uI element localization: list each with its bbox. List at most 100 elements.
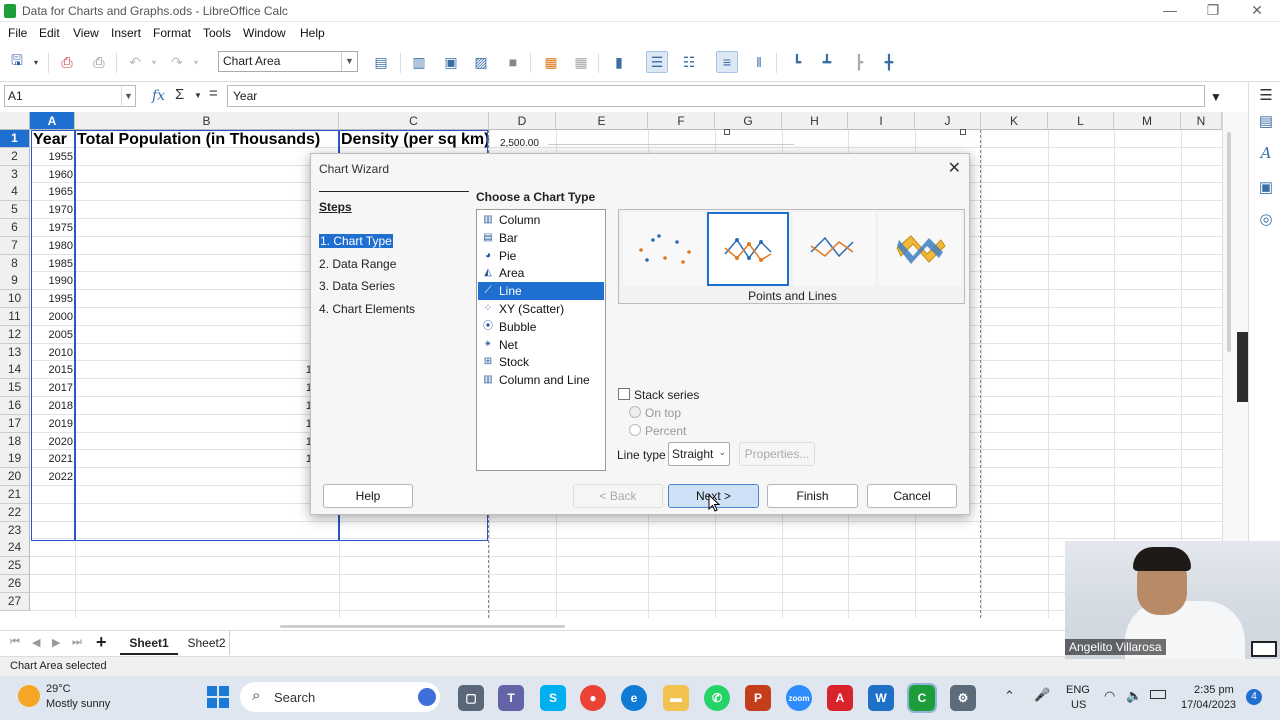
function-wizard-icon[interactable]: fx [152, 88, 165, 104]
chart-type-item[interactable]: ◭ Area [478, 264, 604, 282]
chart-type-item[interactable]: ▥ Column [478, 211, 604, 229]
data-table-icon[interactable]: ▦ [570, 51, 592, 73]
maximize-button[interactable]: ❐ [1203, 2, 1223, 19]
menu-file[interactable]: File [8, 26, 27, 40]
resize-handle[interactable] [960, 129, 966, 135]
y-axis-icon[interactable]: ┣ [848, 51, 870, 73]
year-cell[interactable]: 1975 [34, 222, 73, 234]
styles-icon[interactable]: A [1256, 144, 1276, 164]
column-header[interactable]: J [915, 112, 981, 130]
legend-icon[interactable]: ☷ [678, 51, 700, 73]
select-all-corner[interactable] [0, 112, 30, 130]
task-view-icon[interactable]: ▢ [458, 685, 484, 711]
row-header[interactable]: 26 [0, 575, 30, 593]
step-chart-elements[interactable]: 4. Chart Elements [319, 302, 415, 316]
row-header[interactable]: 10 [0, 290, 30, 309]
year-cell[interactable]: 1960 [34, 169, 73, 181]
row-header[interactable]: 25 [0, 557, 30, 576]
step-chart-type[interactable]: 1. Chart Type [319, 234, 393, 248]
close-icon[interactable]: ✕ [948, 158, 961, 178]
year-cell[interactable]: 2015 [34, 364, 73, 376]
row-header[interactable]: 6 [0, 219, 30, 237]
chart-element-select[interactable]: Chart Area ▼ [218, 51, 358, 72]
year-cell[interactable]: 2020 [34, 436, 73, 448]
formula-icon[interactable]: = [209, 85, 218, 102]
zoom-icon[interactable]: zoom [786, 685, 812, 711]
properties-icon[interactable]: ▤ [1256, 112, 1276, 132]
row-header[interactable]: 15 [0, 379, 30, 398]
chart-type-item[interactable]: ◕ Pie [478, 247, 604, 265]
row-header[interactable]: 2 [0, 147, 30, 166]
row-header[interactable]: 19 [0, 450, 30, 469]
save-dropdown-icon[interactable]: ▾ [30, 51, 42, 73]
row-header[interactable]: 4 [0, 183, 30, 202]
column-header[interactable]: E [556, 112, 648, 130]
legend-on-off-icon[interactable]: ☰ [646, 51, 668, 73]
menu-format[interactable]: Format [153, 26, 191, 40]
menu-view[interactable]: View [73, 26, 99, 40]
sum-icon[interactable]: Σ [175, 86, 184, 103]
column-header[interactable]: L [1048, 112, 1114, 130]
row-header[interactable]: 22 [0, 503, 30, 522]
weather-sun-icon[interactable] [18, 685, 40, 707]
row-header[interactable]: 20 [0, 468, 30, 487]
year-cell[interactable]: 2010 [34, 347, 73, 359]
column-header[interactable]: A [30, 112, 75, 130]
row-header[interactable]: 5 [0, 201, 30, 220]
chart-type-item[interactable]: ▥ Column and Line [478, 371, 604, 389]
language-primary[interactable]: ENG [1066, 684, 1090, 696]
titles-icon[interactable]: ▮ [608, 51, 630, 73]
line-type-select[interactable]: Straight ⌄ [668, 442, 730, 466]
menu-insert[interactable]: Insert [111, 26, 141, 40]
taskbar-search-box[interactable]: ⌕ Search [240, 682, 440, 712]
chart-area-icon[interactable]: ▨ [470, 51, 492, 73]
variant-points-only[interactable] [623, 212, 705, 286]
column-header[interactable]: M [1114, 112, 1181, 130]
back-button[interactable]: < Back [573, 484, 663, 508]
microphone-icon[interactable]: 🎤 [1034, 687, 1050, 703]
sum-dropdown-icon[interactable]: ▼ [194, 91, 202, 100]
battery-icon[interactable] [1150, 690, 1166, 699]
save-icon[interactable]: 🖫 [6, 51, 28, 73]
cancel-button[interactable]: Cancel [867, 484, 957, 508]
weather-desc[interactable]: Mostly sunny [46, 698, 110, 710]
language-secondary[interactable]: US [1071, 699, 1086, 711]
settings-gear-icon[interactable]: ⚙ [950, 685, 976, 711]
row-header[interactable]: 23 [0, 521, 30, 540]
sheet-tab-1[interactable]: Sheet1 [120, 631, 178, 655]
row-header[interactable]: 3 [0, 165, 30, 184]
row-header[interactable]: 8 [0, 254, 30, 273]
print-icon[interactable]: ⎙ [88, 51, 110, 73]
chart-type-item[interactable]: ⁘ XY (Scatter) [478, 300, 604, 318]
resize-handle[interactable] [724, 129, 730, 135]
row-header[interactable]: 24 [0, 539, 30, 558]
row-header[interactable]: 13 [0, 343, 30, 362]
teams-icon[interactable]: T [498, 685, 524, 711]
row-header[interactable]: 27 [0, 592, 30, 611]
first-sheet-icon[interactable]: ⏮ [10, 636, 20, 649]
menu-edit[interactable]: Edit [39, 26, 60, 40]
column-header[interactable]: H [782, 112, 848, 130]
sheet-tab-2[interactable]: Sheet2 [184, 631, 230, 655]
variant-3d-lines[interactable] [879, 212, 961, 286]
tray-chevron-icon[interactable]: ⌃ [1004, 688, 1015, 704]
chart-wall-icon[interactable]: ▣ [440, 51, 462, 73]
last-sheet-icon[interactable]: ⏭ [72, 636, 82, 649]
row-header[interactable]: 7 [0, 236, 30, 255]
year-cell[interactable]: 2022 [34, 471, 73, 483]
chart-type-list[interactable]: ▥ Column ▤ Bar ◕ Pie ◭ Area ⟋ Line ⁘ XY (Scatter) ⦿ B… [476, 209, 606, 471]
next-sheet-icon[interactable]: ▶ [52, 636, 60, 649]
menu-tools[interactable]: Tools [203, 26, 231, 40]
row-header[interactable]: 16 [0, 397, 30, 415]
row-header[interactable]: 14 [0, 361, 30, 380]
close-window-button[interactable]: ✕ [1247, 2, 1267, 19]
column-header[interactable]: G [715, 112, 782, 130]
powerpoint-icon[interactable]: P [745, 685, 771, 711]
prev-sheet-icon[interactable]: ◀ [32, 636, 40, 649]
chart-type-item[interactable]: ⊞ Stock [478, 353, 604, 371]
chrome-icon[interactable]: ● [580, 685, 606, 711]
year-cell[interactable]: 2005 [34, 329, 73, 341]
redo-icon[interactable]: ↷ [166, 51, 188, 73]
variant-lines-only[interactable] [793, 212, 875, 286]
help-button[interactable]: Help [323, 484, 413, 508]
